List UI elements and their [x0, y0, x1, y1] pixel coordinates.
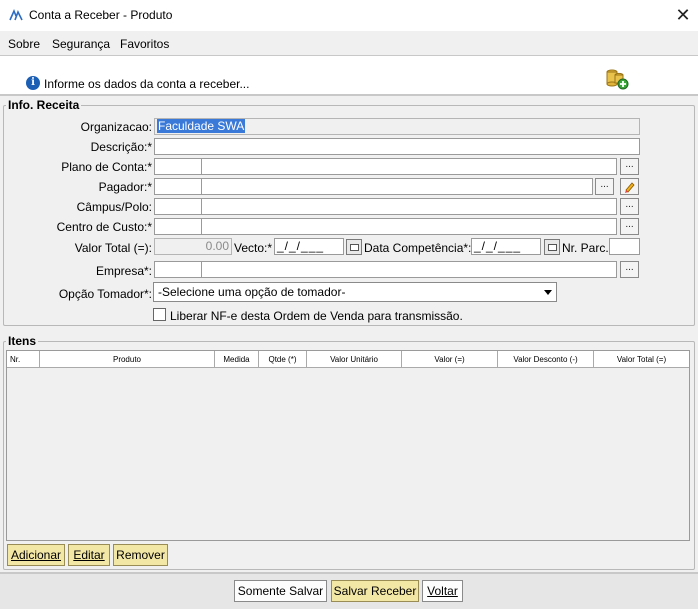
window-title: Conta a Receber - Produto	[29, 8, 173, 22]
organizacao-field[interactable]: Faculdade SWA	[154, 118, 640, 135]
remover-label: Remover	[116, 548, 165, 562]
campus-label: Câmpus/Polo:	[76, 200, 152, 214]
col-nr[interactable]: Nr.	[7, 351, 40, 368]
menu-sobre[interactable]: Sobre	[8, 37, 40, 51]
pagador-code-input[interactable]	[154, 178, 202, 195]
receita-legend: Info. Receita	[8, 98, 80, 112]
plano-conta-search-button[interactable]: ...	[620, 158, 639, 175]
menu-favoritos[interactable]: Favoritos	[120, 37, 169, 51]
itens-grid[interactable]: Nr. Produto Medida Qtde (*) Valor Unitár…	[6, 350, 690, 541]
col-produto[interactable]: Produto	[40, 351, 215, 368]
pagador-label: Pagador:*	[98, 180, 152, 194]
campus-desc-input[interactable]	[201, 198, 617, 215]
editar-button[interactable]: Editar	[68, 544, 110, 566]
title-bar: Conta a Receber - Produto ✕	[0, 0, 698, 31]
vecto-input[interactable]: _/_/___	[274, 238, 344, 255]
remover-button[interactable]: Remover	[113, 544, 168, 566]
empresa-search-button[interactable]: ...	[620, 261, 639, 278]
adicionar-button[interactable]: Adicionar	[7, 544, 65, 566]
itens-grid-header: Nr. Produto Medida Qtde (*) Valor Unitár…	[7, 351, 689, 368]
info-message: Informe os dados da conta a receber...	[44, 77, 250, 91]
campus-code-input[interactable]	[154, 198, 202, 215]
opcao-tomador-select[interactable]: -Selecione uma opção de tomador-	[153, 282, 557, 302]
valor-total-label: Valor Total (=):	[74, 241, 152, 255]
organizacao-label: Organizacao:	[80, 120, 152, 134]
conta-receber-window: Conta a Receber - Produto ✕ Sobre Segura…	[0, 0, 698, 609]
info-icon: i	[26, 76, 40, 90]
close-button[interactable]: ✕	[668, 0, 698, 31]
campus-search-button[interactable]: ...	[620, 198, 639, 215]
plano-conta-desc-input[interactable]	[201, 158, 617, 175]
opcao-tomador-label: Opção Tomador*:	[58, 287, 152, 301]
data-competencia-input[interactable]: _/_/___	[471, 238, 541, 255]
data-competencia-label: Data Competência*:	[364, 241, 472, 255]
centro-custo-label: Centro de Custo:*	[56, 220, 152, 234]
col-valor[interactable]: Valor (=)	[402, 351, 498, 368]
info-bar: i Informe os dados da conta a receber...	[0, 56, 698, 96]
descricao-label: Descrição:*	[90, 140, 152, 154]
centro-custo-search-button[interactable]: ...	[620, 218, 639, 235]
valor-total-field[interactable]: 0.00	[154, 238, 232, 255]
nr-parc-input[interactable]	[609, 238, 640, 255]
salvar-receber-button[interactable]: Salvar Receber	[331, 580, 419, 602]
menu-seguranca[interactable]: Segurança	[52, 37, 110, 51]
pagador-search-button[interactable]: ...	[595, 178, 614, 195]
voltar-button[interactable]: Voltar	[422, 580, 463, 602]
centro-custo-code-input[interactable]	[154, 218, 202, 235]
salvar-receber-label: Salvar Receber	[333, 584, 417, 598]
pagador-desc-input[interactable]	[201, 178, 593, 195]
editar-label: Editar	[73, 548, 105, 562]
data-competencia-calendar-icon[interactable]	[544, 239, 560, 255]
vecto-calendar-icon[interactable]	[346, 239, 362, 255]
pencil-icon	[625, 182, 635, 193]
plano-conta-label: Plano de Conta:*	[61, 160, 152, 174]
pagador-edit-button[interactable]	[620, 178, 639, 195]
liberar-nfe-checkbox[interactable]	[153, 308, 166, 321]
centro-custo-desc-input[interactable]	[201, 218, 617, 235]
plano-conta-code-input[interactable]	[154, 158, 202, 175]
adicionar-label: Adicionar	[10, 548, 62, 562]
descricao-input[interactable]	[154, 138, 640, 155]
app-logo-icon	[9, 8, 23, 21]
col-medida[interactable]: Medida	[215, 351, 259, 368]
col-qtde[interactable]: Qtde (*)	[259, 351, 307, 368]
col-valor-total[interactable]: Valor Total (=)	[594, 351, 689, 368]
coins-add-icon	[606, 69, 629, 90]
itens-legend: Itens	[8, 334, 37, 348]
col-valor-unitario[interactable]: Valor Unitário	[307, 351, 402, 368]
empresa-label: Empresa*:	[95, 264, 152, 278]
vecto-label: Vecto:*	[234, 241, 273, 255]
somente-salvar-button[interactable]: Somente Salvar	[234, 580, 327, 602]
liberar-nfe-label: Liberar NF-e desta Ordem de Venda para t…	[170, 309, 463, 323]
opcao-tomador-value: -Selecione uma opção de tomador-	[158, 285, 346, 299]
dropdown-arrow-icon	[544, 290, 552, 295]
empresa-desc-input[interactable]	[201, 261, 617, 278]
menu-bar: Sobre Segurança Favoritos	[0, 31, 698, 56]
col-valor-desconto[interactable]: Valor Desconto (-)	[498, 351, 594, 368]
organizacao-value: Faculdade SWA	[157, 119, 246, 133]
empresa-code-input[interactable]	[154, 261, 202, 278]
voltar-label: Voltar	[427, 584, 458, 598]
nr-parc-label: Nr. Parc.:	[562, 241, 613, 255]
